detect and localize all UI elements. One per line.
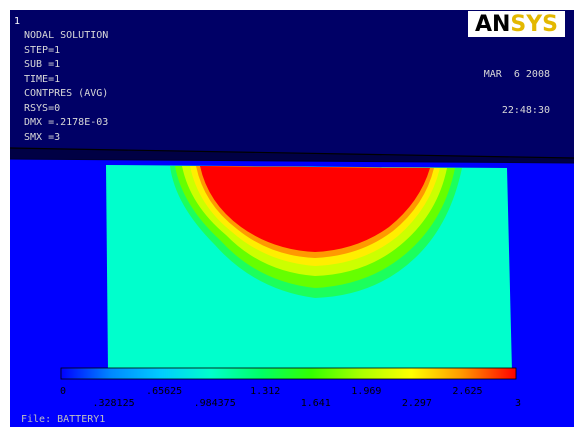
info-line: SMX =3 bbox=[24, 131, 61, 143]
logo-part2: SYS bbox=[510, 11, 559, 37]
legend-top-labels: 0 .65625 1.312 1.969 2.625 bbox=[0, 386, 584, 398]
date-text: MAR 6 2008 bbox=[483, 69, 550, 80]
logo-part1: AN bbox=[474, 11, 511, 37]
info-line: STEP=1 bbox=[24, 44, 61, 56]
legend-label: 1.969 bbox=[351, 386, 382, 397]
info-line: DMX =.2178E-03 bbox=[24, 117, 109, 128]
time-text: 22:48:30 bbox=[501, 105, 550, 116]
legend-bottom-labels: .328125 .984375 1.641 2.297 3 bbox=[0, 398, 584, 410]
timestamp: MAR 6 2008 22:48:30 bbox=[484, 47, 550, 141]
window-number: 1 bbox=[14, 16, 21, 27]
legend-label: .328125 bbox=[92, 398, 135, 409]
legend-label: 1.641 bbox=[300, 398, 331, 409]
info-line: SUB =1 bbox=[24, 59, 61, 70]
legend-label: .984375 bbox=[193, 398, 236, 409]
info-line: RSYS=0 bbox=[24, 102, 61, 114]
file-label: File: BATTERY1 bbox=[21, 414, 106, 425]
ansys-logo: AN SYS bbox=[468, 11, 565, 37]
legend-colorbar bbox=[60, 367, 517, 380]
solution-info: NODAL SOLUTION STEP=1 SUB =1 TIME=1 CONTPRES… bbox=[24, 30, 108, 146]
legend-label: 2.297 bbox=[401, 398, 432, 409]
info-line: CONTPRES (AVG) bbox=[24, 88, 109, 99]
graphics-window: 1 NODAL SOLUTION STEP=1 SUB =1 TIME=1 CONTPR… bbox=[0, 0, 584, 438]
legend-label: 2.625 bbox=[452, 386, 483, 397]
legend-label: .65625 bbox=[146, 386, 183, 397]
legend-label: 1.312 bbox=[250, 386, 281, 397]
info-line: NODAL SOLUTION bbox=[24, 30, 109, 41]
legend-label: 3 bbox=[514, 398, 522, 409]
info-line: TIME=1 bbox=[24, 73, 61, 85]
legend-label: 0 bbox=[59, 386, 67, 397]
